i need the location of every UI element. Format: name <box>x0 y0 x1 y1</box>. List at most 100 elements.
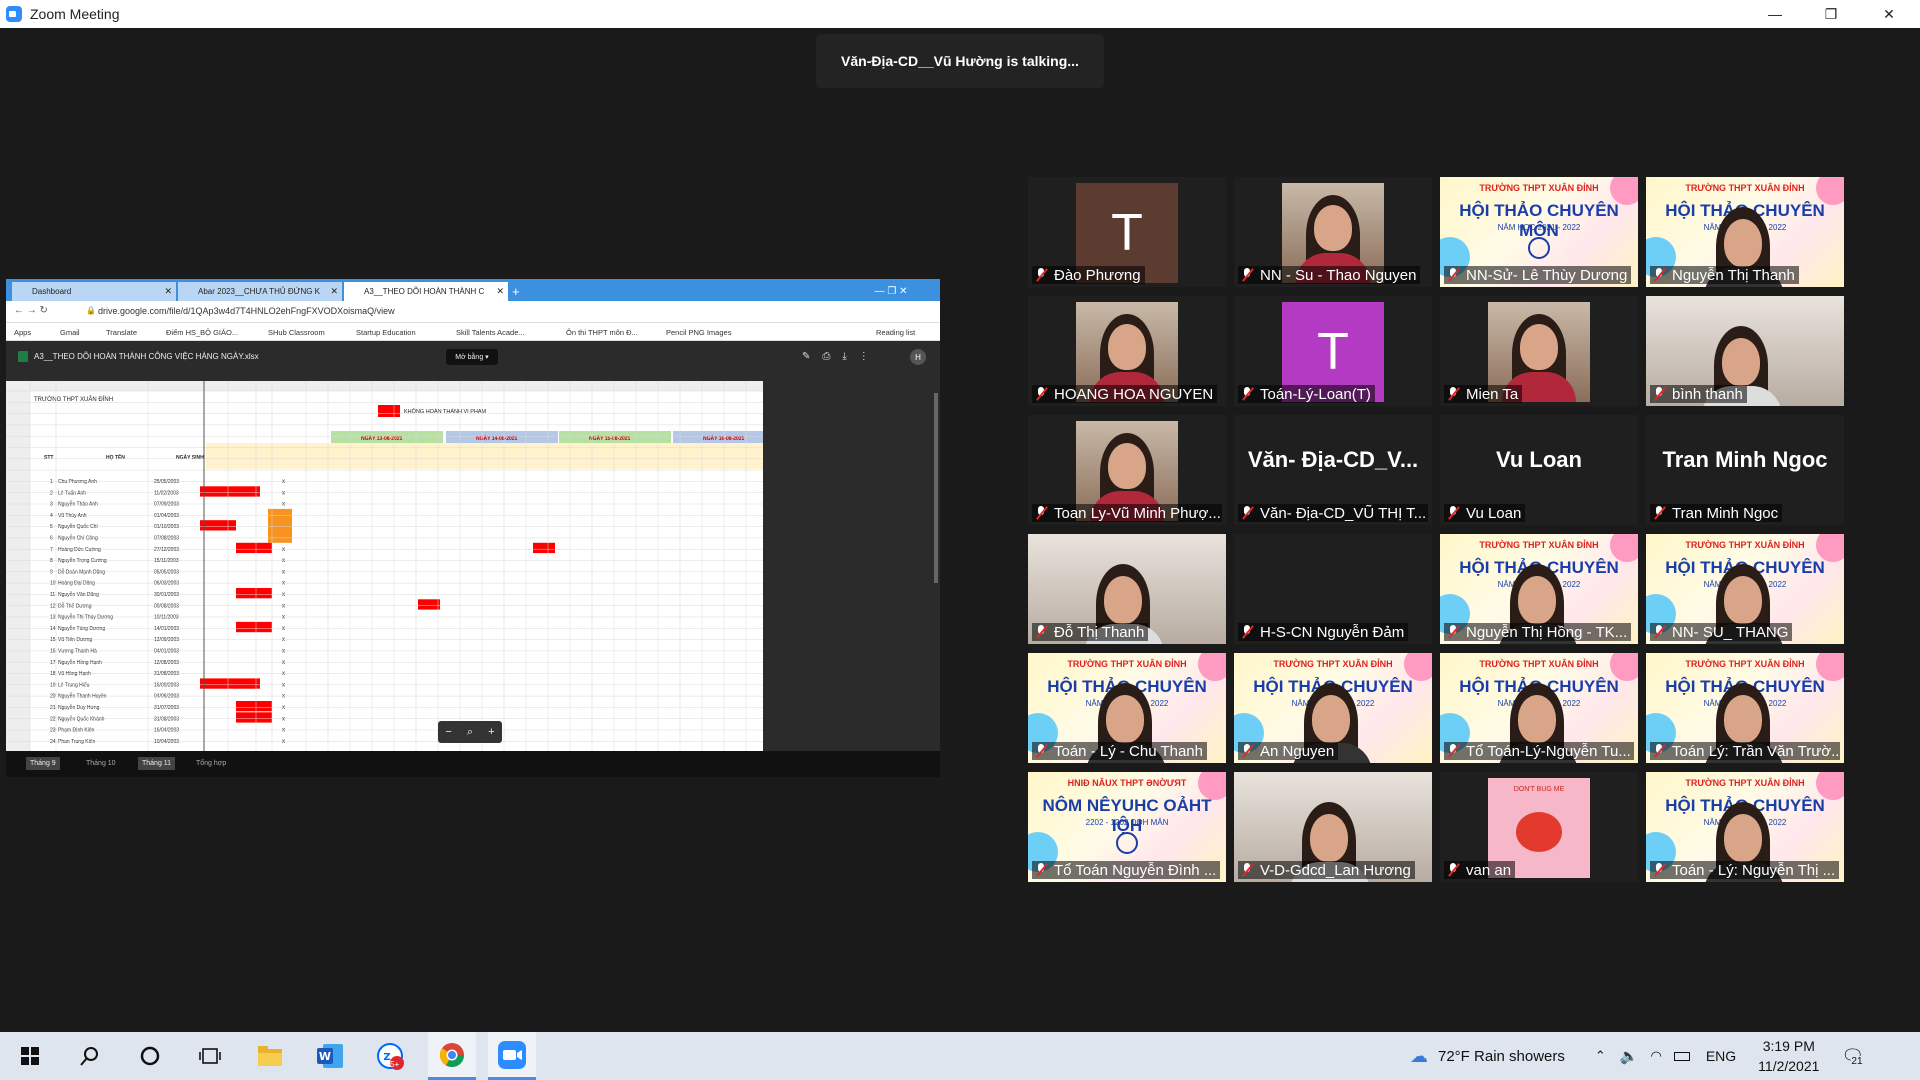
sheet-tab[interactable]: Tháng 10 <box>82 757 120 770</box>
participant-tile[interactable]: TRƯỜNG THPT XUÂN ĐỈNHHỘI THẢO CHUYÊN MÔN… <box>1646 653 1844 763</box>
sheet-tab-active[interactable]: Tháng 11 <box>138 757 176 770</box>
reading-list[interactable]: Reading list <box>876 328 915 337</box>
participant-name: Tran Minh Ngoc <box>1672 504 1779 522</box>
participant-tile[interactable]: H-S-CN Nguyễn Đảm <box>1234 534 1432 644</box>
viewer-zoom-controls[interactable]: − ⌕ + <box>438 721 502 743</box>
bookmark[interactable]: Điểm HS_BỘ GIÁO... <box>166 328 238 337</box>
participant-tile[interactable]: HNIĐ NÂUX THPT ƏNỜƯЯT NÔM NÊYUHC OẢHT IỘH… <box>1028 772 1226 882</box>
cell-dob: 11/02/2003 <box>154 490 179 496</box>
participant-tile[interactable]: Văn- Địa-CD_V... Văn- Địa-CD_VŨ THỊ T... <box>1234 415 1432 525</box>
cell-stt: 6 <box>50 536 53 542</box>
minimize-button[interactable]: — <box>1752 0 1798 28</box>
participant-tile[interactable]: bình thanh <box>1646 296 1844 406</box>
participant-tile[interactable]: TRƯỜNG THPT XUÂN ĐỈNHHỘI THẢO CHUYÊN MÔN… <box>1234 653 1432 763</box>
bookmark[interactable]: Gmail <box>60 328 80 337</box>
browser-tab-active[interactable]: A3__THEO DÕI HOÀN THÀNH C ✕ <box>344 282 508 301</box>
participant-tile[interactable]: TRƯỜNG THPT XUÂN ĐỈNHHỘI THẢO CHUYÊN MÔN… <box>1028 653 1226 763</box>
poster-title: HỘI THẢO CHUYÊN MÔN <box>1459 201 1619 240</box>
task-view-icon[interactable] <box>186 1032 234 1080</box>
chevron-up-icon[interactable]: ⌃ <box>1595 1048 1606 1064</box>
muted-mic-icon <box>1240 387 1254 401</box>
bookmark[interactable]: Pencil PNG Images <box>666 328 731 337</box>
cell-dob: 01/10/2003 <box>154 524 179 530</box>
account-avatar[interactable]: H <box>910 349 926 365</box>
sheet-tab-label: Tháng 11 <box>142 760 172 767</box>
bookmark[interactable]: Startup Education <box>356 328 416 337</box>
maximize-button[interactable]: ❐ <box>1808 0 1854 28</box>
participant-tile[interactable]: V-D-Gdcd_Lan Hương <box>1234 772 1432 882</box>
wifi-icon[interactable]: ◠ <box>1650 1048 1661 1064</box>
close-tab-icon[interactable]: ✕ <box>330 286 338 297</box>
nav-arrows-icon[interactable]: ← → ↻ <box>14 305 48 316</box>
browser-window-controls[interactable]: — ❐ ✕ <box>846 282 936 301</box>
participant-tile[interactable]: TRƯỜNG THPT XUÂN ĐỈNHHỘI THẢO CHUYÊN MÔN… <box>1646 534 1844 644</box>
chrome-icon[interactable] <box>428 1032 476 1080</box>
participant-name-label: Toán-Lý-Loan(T) <box>1238 385 1375 403</box>
bookmark[interactable]: Skill Talents Acade... <box>456 328 525 337</box>
participant-tile[interactable]: Đỗ Thị Thanh <box>1028 534 1226 644</box>
participant-tile[interactable]: Tran Minh Ngoc Tran Minh Ngoc <box>1646 415 1844 525</box>
participant-tile[interactable]: TRƯỜNG THPT XUÂN ĐỈNHHỘI THẢO CHUYÊN MÔN… <box>1440 177 1638 287</box>
bookmark[interactable]: Ôn thi THPT môn Đ... <box>566 328 638 337</box>
bookmark[interactable]: Translate <box>106 328 137 337</box>
clock[interactable]: 3:19 PM 11/2/2021 <box>1758 1036 1819 1076</box>
browser-tab[interactable]: Abar 2023__CHƯA THỦ ĐỨNG K ✕ <box>178 282 342 301</box>
notifications-icon[interactable]: 🗨21 <box>1841 1046 1864 1067</box>
participant-tile[interactable]: Toan Ly-Vũ Minh Phượ... <box>1028 415 1226 525</box>
sheet-tab[interactable]: Tháng 9 <box>26 757 60 770</box>
shared-screen[interactable]: Dashboard ✕ Abar 2023__CHƯA THỦ ĐỨNG K ✕ A… <box>6 279 940 777</box>
weather-text[interactable]: 72°F Rain showers <box>1438 1048 1565 1065</box>
participant-tile[interactable]: TRƯỜNG THPT XUÂN ĐỈNHHỘI THẢO CHUYÊN MÔN… <box>1646 772 1844 882</box>
browser-tab[interactable]: Dashboard ✕ <box>12 282 176 301</box>
word-icon[interactable]: W <box>306 1032 354 1080</box>
muted-mic-icon <box>1652 387 1666 401</box>
participant-tile[interactable]: TRƯỜNG THPT XUÂN ĐỈNHHỘI THẢO CHUYÊN MÔN… <box>1440 534 1638 644</box>
file-explorer-icon[interactable] <box>246 1032 294 1080</box>
scrollbar[interactable] <box>934 393 938 583</box>
participant-name-label: Đào Phương <box>1032 266 1145 284</box>
bookmark[interactable]: SHub Classroom <box>268 328 325 337</box>
zoom-app-icon[interactable] <box>488 1032 536 1080</box>
muted-mic-icon <box>1034 863 1048 877</box>
cell-stt: 10 <box>50 581 56 587</box>
language-indicator[interactable]: ENG <box>1706 1048 1736 1064</box>
zalo-icon[interactable]: Z 5+ <box>366 1032 414 1080</box>
cell-dob: 31/08/2003 <box>154 671 179 677</box>
sheet-tab-bar: Tháng 9 Tháng 10 Tháng 11 Tổng hợp <box>6 751 940 777</box>
zoom-icon: ⌕ <box>466 725 474 738</box>
participant-tile[interactable]: TRƯỜNG THPT XUÂN ĐỈNHHỘI THẢO CHUYÊN MÔN… <box>1440 653 1638 763</box>
participant-tile[interactable]: Mien Ta <box>1440 296 1638 406</box>
volume-icon[interactable]: 🔈 <box>1620 1047 1639 1065</box>
sheet-tab[interactable]: Tổng hợp <box>192 757 230 770</box>
cell-name: Phạm Đình Kiên <box>58 728 95 734</box>
sheet-tab-label: Tháng 10 <box>86 760 116 767</box>
address-bar[interactable]: ← → ↻ 🔒 drive.google.com/file/d/1QAp3w4d… <box>6 301 940 323</box>
windows-start-icon[interactable] <box>6 1032 54 1080</box>
close-tab-icon[interactable]: ✕ <box>496 286 504 297</box>
zoom-in-icon[interactable]: + <box>488 726 494 738</box>
participant-tile[interactable]: T Toán-Lý-Loan(T) <box>1234 296 1432 406</box>
close-button[interactable]: ✕ <box>1866 0 1912 28</box>
zoom-out-icon[interactable]: − <box>445 726 451 738</box>
participant-tile[interactable]: DON'T BUG ME van an <box>1440 772 1638 882</box>
bookmark[interactable]: Apps <box>14 328 31 337</box>
participant-tile[interactable]: NN - Su - Thao Nguyen <box>1234 177 1432 287</box>
person-face <box>1722 338 1760 386</box>
new-tab-button[interactable]: + <box>512 282 532 301</box>
flagged-cell <box>236 542 272 554</box>
cortana-icon[interactable] <box>126 1032 174 1080</box>
participant-tile[interactable]: Vu Loan Vu Loan <box>1440 415 1638 525</box>
drive-actions-icons[interactable]: ✎⎙⤓⋮ <box>802 351 881 362</box>
participant-tile[interactable]: HOANG HOA NGUYEN <box>1028 296 1226 406</box>
close-tab-icon[interactable]: ✕ <box>164 286 172 297</box>
participant-name: Nguyễn Thị Thanh <box>1672 266 1795 284</box>
open-with-button[interactable]: Mở bằng ▾ <box>446 349 498 365</box>
participant-tile[interactable]: T Đào Phương <box>1028 177 1226 287</box>
sticker-text: DON'T BUG ME <box>1513 786 1565 793</box>
participant-tile[interactable]: TRƯỜNG THPT XUÂN ĐỈNHHỘI THẢO CHUYÊN MÔN… <box>1646 177 1844 287</box>
cell-stt: 14 <box>50 626 56 632</box>
battery-icon[interactable] <box>1673 1051 1690 1061</box>
clock-date: 11/2/2021 <box>1758 1058 1820 1074</box>
search-icon[interactable] <box>66 1032 114 1080</box>
url-text[interactable]: drive.google.com/file/d/1QAp3w4d7T4HNLO2… <box>98 306 395 316</box>
